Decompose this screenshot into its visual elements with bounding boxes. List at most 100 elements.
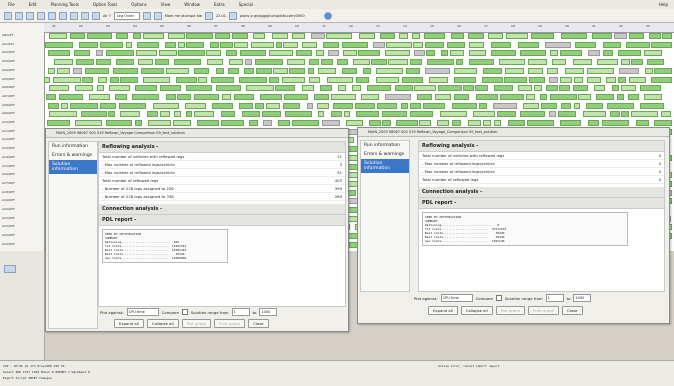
gantt-bar[interactable]	[423, 102, 446, 109]
pdl-report-header[interactable]: PDL report -	[419, 198, 664, 209]
menu-options[interactable]: Options	[131, 2, 146, 7]
plot-against-select[interactable]: CPU time	[126, 308, 159, 316]
gantt-bar[interactable]	[596, 59, 619, 66]
gantt-bar[interactable]	[80, 111, 107, 118]
gantt-bar[interactable]	[409, 102, 422, 109]
gantt-bar[interactable]	[239, 76, 267, 83]
gantt-bar[interactable]	[438, 85, 462, 92]
gantt-bar[interactable]	[593, 85, 605, 92]
gantt-bar[interactable]	[399, 33, 409, 39]
gantt-bar[interactable]	[177, 93, 191, 100]
gantt-bar[interactable]	[558, 85, 570, 92]
panel-icon[interactable]	[4, 265, 16, 273]
gantt-bar[interactable]	[241, 111, 260, 118]
gantt-bar[interactable]	[211, 76, 234, 83]
gantt-bar[interactable]	[643, 93, 662, 100]
nav-errors-warnings[interactable]: Errors & warnings	[49, 151, 97, 160]
gantt-bar[interactable]	[527, 59, 548, 66]
gantt-bar[interactable]	[518, 85, 532, 92]
connection-analysis-header[interactable]: Connection analysis -	[419, 187, 664, 198]
gantt-bar[interactable]	[186, 33, 213, 39]
save-icon[interactable]	[26, 11, 34, 20]
print-graph-button[interactable]: Print graph	[214, 319, 246, 328]
expand-all-button[interactable]: Expand all	[428, 306, 458, 315]
gantt-bar[interactable]	[414, 85, 437, 92]
gantt-bar[interactable]	[281, 76, 306, 83]
gantt-bar[interactable]	[525, 93, 535, 100]
gantt-bar[interactable]	[646, 59, 665, 66]
reflowing-analysis-header[interactable]: Reflowing analysis -	[99, 142, 345, 153]
gantt-bar[interactable]	[551, 59, 566, 66]
gantt-bar[interactable]	[283, 41, 299, 48]
gantt-bar[interactable]	[143, 76, 171, 83]
menu-special[interactable]: Special	[239, 2, 253, 7]
gantt-bar[interactable]	[384, 93, 411, 100]
gantt-bar[interactable]	[44, 41, 73, 48]
gantt-bar[interactable]	[282, 102, 300, 109]
gantt-bar[interactable]	[631, 111, 658, 118]
gantt-bar[interactable]	[319, 85, 332, 92]
gantt-bar[interactable]	[245, 85, 274, 92]
gantt-bar[interactable]	[255, 102, 264, 109]
gantt-bar[interactable]	[482, 67, 502, 74]
gantt-bar[interactable]	[582, 111, 607, 118]
gantt-bar[interactable]	[662, 33, 672, 39]
gantt-bar[interactable]	[546, 67, 558, 74]
gantt-bar[interactable]	[227, 67, 239, 74]
gantt-bar[interactable]	[185, 111, 193, 118]
gantt-bar[interactable]	[173, 120, 191, 126]
menu-option-tools[interactable]: Option Tools	[93, 2, 117, 7]
gantt-bar[interactable]	[346, 120, 364, 126]
gantt-bar[interactable]	[595, 93, 614, 100]
gantt-bar[interactable]	[625, 41, 650, 48]
gantt-bar[interactable]	[621, 111, 629, 118]
redo-icon[interactable]	[48, 11, 56, 20]
gantt-bar[interactable]	[166, 67, 190, 74]
gantt-bar[interactable]	[265, 102, 280, 109]
gantt-bar[interactable]	[452, 120, 462, 126]
gantt-bar[interactable]	[640, 102, 664, 109]
gantt-bar[interactable]	[288, 67, 305, 74]
gantt-bar[interactable]	[148, 120, 171, 126]
gantt-bar[interactable]	[343, 50, 357, 57]
gantt-bar[interactable]	[493, 102, 518, 109]
gantt-bar[interactable]	[540, 93, 547, 100]
close-button[interactable]: Close	[248, 319, 269, 328]
gantt-bar[interactable]	[275, 41, 282, 48]
gantt-bar[interactable]	[545, 85, 558, 92]
gantt-bar[interactable]	[447, 41, 465, 48]
gantt-bar[interactable]	[132, 93, 160, 100]
gantt-bar[interactable]	[160, 85, 181, 92]
gantt-bar[interactable]	[427, 59, 455, 66]
gantt-bar[interactable]	[194, 67, 210, 74]
gantt-bar[interactable]	[49, 111, 77, 118]
gantt-bar[interactable]	[245, 59, 253, 66]
gantt-bar[interactable]	[617, 50, 641, 57]
gantt-bar[interactable]	[528, 67, 543, 74]
gantt-bar[interactable]	[185, 41, 204, 48]
gantt-bar[interactable]	[650, 76, 672, 83]
gantt-bar[interactable]	[275, 85, 296, 92]
gantt-bar[interactable]	[505, 33, 529, 39]
gantt-bar[interactable]	[76, 59, 95, 66]
gantt-bar[interactable]	[507, 120, 526, 126]
gantt-bar[interactable]	[440, 111, 468, 118]
open-icon[interactable]	[15, 11, 23, 20]
gantt-bar[interactable]	[482, 120, 492, 126]
gantt-bar[interactable]	[141, 67, 164, 74]
gantt-bar[interactable]	[560, 76, 572, 83]
gantt-bar[interactable]	[475, 85, 489, 92]
gantt-bar[interactable]	[587, 120, 600, 126]
gantt-bar[interactable]	[620, 59, 630, 66]
gantt-bar[interactable]	[176, 76, 198, 83]
gantt-bar[interactable]	[384, 50, 411, 57]
gantt-bar[interactable]	[146, 111, 159, 118]
gantt-bar[interactable]	[358, 50, 381, 57]
gantt-bar[interactable]	[321, 59, 333, 66]
gantt-bar[interactable]	[352, 85, 362, 92]
gantt-bar[interactable]	[564, 67, 585, 74]
gantt-bar[interactable]	[654, 67, 672, 74]
gantt-bar[interactable]	[381, 120, 392, 126]
gantt-bar[interactable]	[498, 59, 525, 66]
gantt-bar[interactable]	[429, 76, 448, 83]
